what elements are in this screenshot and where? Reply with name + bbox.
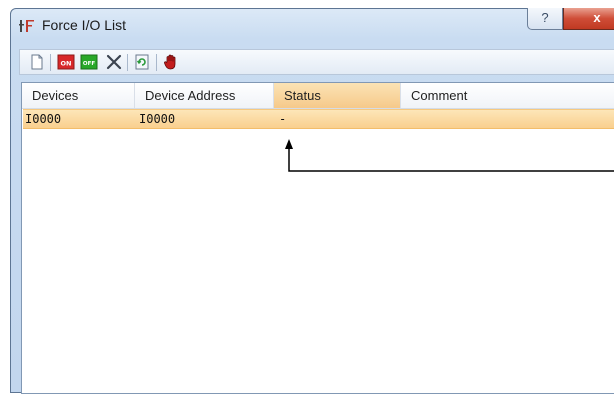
close-button[interactable]: x (563, 8, 614, 30)
column-header-comment[interactable]: Comment (401, 83, 614, 108)
force-io-list-window: Force I/O List ? x ON OFF Devices Device… (10, 8, 614, 394)
svg-text:ON: ON (61, 60, 72, 68)
delete-x-icon[interactable] (105, 53, 123, 71)
table-header: Devices Device Address Status Comment (22, 83, 614, 109)
column-header-devices[interactable]: Devices (22, 83, 135, 108)
refresh-icon[interactable] (133, 53, 151, 71)
title-bar[interactable]: Force I/O List ? x (11, 8, 614, 43)
toolbar-separator (50, 54, 51, 71)
table-row[interactable]: I0000 I0000 - (23, 109, 614, 129)
force-on-icon[interactable]: ON (57, 53, 75, 71)
new-document-icon[interactable] (28, 53, 46, 71)
cell-device: I0000 (25, 112, 62, 126)
column-header-status[interactable]: Status (274, 83, 401, 108)
stop-hand-icon[interactable] (162, 53, 180, 71)
help-button[interactable]: ? (527, 8, 563, 30)
window-title: Force I/O List (42, 17, 127, 33)
force-off-icon[interactable]: OFF (80, 53, 98, 71)
svg-text:OFF: OFF (83, 61, 95, 67)
column-header-device-address[interactable]: Device Address (135, 83, 274, 108)
toolbar-separator (127, 54, 128, 71)
force-io-table: Devices Device Address Status Comment I0… (21, 82, 614, 394)
toolbar-separator (156, 54, 157, 71)
cell-device-address: I0000 (139, 112, 176, 126)
cell-status: - (279, 112, 287, 126)
force-io-app-icon (19, 20, 34, 32)
toolbar: ON OFF (19, 49, 614, 75)
